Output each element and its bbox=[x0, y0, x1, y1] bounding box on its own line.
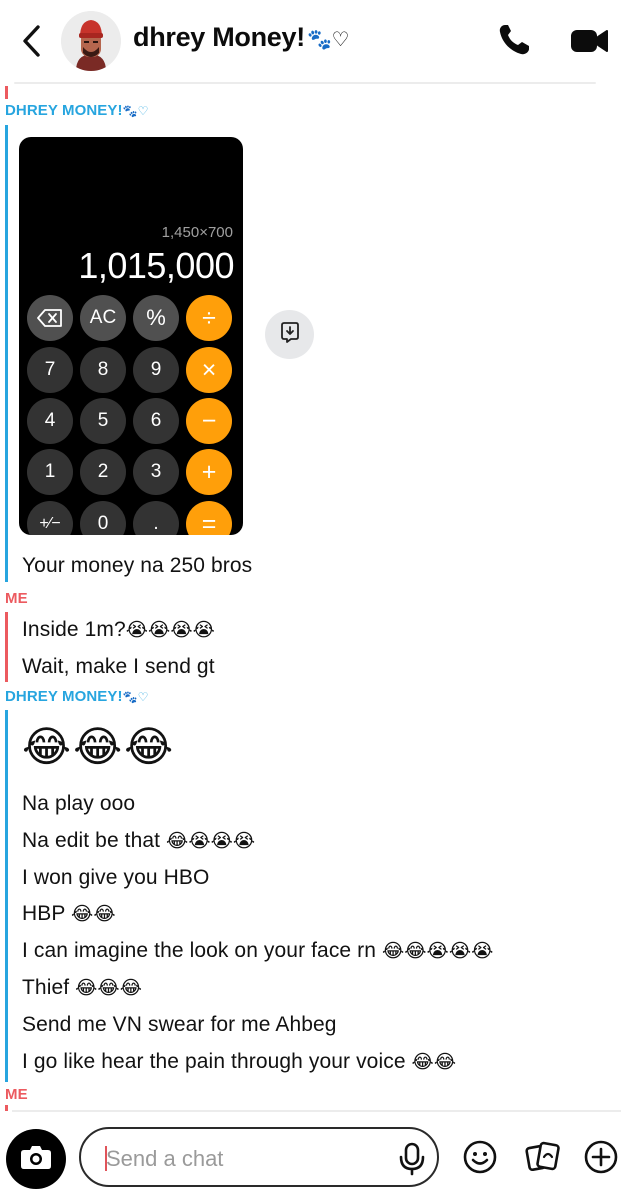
message-emoji: 😭😭😭😭 bbox=[125, 620, 215, 641]
plus-icon[interactable] bbox=[583, 1139, 619, 1175]
key-6: 6 bbox=[133, 398, 179, 444]
message-text: HBP 😂😂 bbox=[22, 902, 116, 926]
chat-header: dhrey Money! 🐾♡ bbox=[0, 0, 633, 82]
back-chevron-icon[interactable] bbox=[14, 22, 48, 60]
sender-label: ME bbox=[5, 590, 28, 607]
save-to-chat-button[interactable] bbox=[265, 310, 314, 359]
microphone-icon[interactable] bbox=[397, 1142, 427, 1176]
key-decimal: . bbox=[133, 501, 179, 535]
backspace-key bbox=[27, 295, 73, 341]
key-5: 5 bbox=[80, 398, 126, 444]
chat-input[interactable]: Send a chat bbox=[79, 1127, 439, 1187]
sender-label: DHREY MONEY!🐾♡ bbox=[5, 688, 149, 705]
message-text: Na edit be that 😂😭😭😭 bbox=[22, 829, 255, 853]
message-emoji: 😂😂 bbox=[411, 1052, 457, 1073]
sender-label: ME bbox=[5, 1086, 28, 1103]
message-body: I go like hear the pain through your voi… bbox=[22, 1050, 406, 1073]
me-message-bar bbox=[5, 86, 8, 99]
message-body: Na edit be that bbox=[22, 829, 161, 852]
calculator-display: 1,015,000 bbox=[78, 245, 234, 286]
message-body: Inside 1m? bbox=[22, 618, 126, 641]
key-7: 7 bbox=[27, 347, 73, 393]
message-body: I can imagine the look on your face rn bbox=[22, 939, 377, 962]
sender-name: ME bbox=[5, 1086, 28, 1103]
key-multiply: × bbox=[186, 347, 232, 393]
camera-icon bbox=[20, 1144, 52, 1175]
key-equals: = bbox=[186, 501, 232, 535]
key-plus-minus: +∕− bbox=[27, 501, 73, 535]
key-percent: % bbox=[133, 295, 179, 341]
message-text: Your money na 250 bros bbox=[22, 554, 253, 577]
me-message-bar bbox=[5, 1105, 8, 1111]
me-message-bar bbox=[5, 612, 8, 682]
message-body: HBP bbox=[22, 902, 66, 925]
sender-name: ME bbox=[5, 590, 28, 607]
contact-name[interactable]: dhrey Money! 🐾♡ bbox=[133, 22, 349, 53]
video-camera-icon[interactable] bbox=[568, 24, 610, 56]
key-0: 0 bbox=[80, 501, 126, 535]
cards-icon[interactable] bbox=[525, 1139, 561, 1175]
key-4: 4 bbox=[27, 398, 73, 444]
key-2: 2 bbox=[80, 449, 126, 495]
key-8: 8 bbox=[80, 347, 126, 393]
key-ac: AC bbox=[80, 295, 126, 341]
contact-name-text: dhrey Money! bbox=[133, 22, 305, 52]
key-plus: + bbox=[186, 449, 232, 495]
sender-suffix: 🐾♡ bbox=[122, 104, 149, 118]
message-text: Inside 1m?😭😭😭😭 bbox=[22, 618, 215, 642]
message-emoji: 😂😂 bbox=[71, 904, 116, 925]
message-text: I won give you HBO bbox=[22, 866, 210, 889]
camera-button[interactable] bbox=[6, 1129, 66, 1189]
message-emoji: 😂😂😭😭😭 bbox=[381, 941, 494, 962]
key-3: 3 bbox=[133, 449, 179, 495]
phone-icon[interactable] bbox=[496, 22, 532, 58]
chat-input-placeholder: Send a chat bbox=[106, 1146, 224, 1171]
key-divide: ÷ bbox=[186, 295, 232, 341]
calculator-expression: 1,450×700 bbox=[161, 224, 233, 241]
big-emoji-message: 😂😂😂 bbox=[22, 723, 176, 770]
sender-label: DHREY MONEY!🐾♡ bbox=[5, 102, 149, 119]
sender-suffix: 🐾♡ bbox=[122, 690, 149, 704]
message-text: I can imagine the look on your face rn 😂… bbox=[22, 939, 493, 963]
sender-name: DHREY MONEY! bbox=[5, 688, 123, 705]
calculator-screenshot[interactable]: 1,450×700 1,015,000 AC % ÷ 7 8 9 × 4 5 6… bbox=[19, 137, 243, 535]
message-text: Wait, make I send gt bbox=[22, 655, 215, 678]
header-divider bbox=[14, 82, 596, 84]
sender-name: DHREY MONEY! bbox=[5, 102, 123, 119]
avatar[interactable] bbox=[61, 11, 121, 71]
message-emoji: 😂😂😂 bbox=[75, 978, 143, 999]
smiley-icon[interactable] bbox=[462, 1139, 498, 1175]
message-text: Thief 😂😂😂 bbox=[22, 976, 142, 1000]
key-9: 9 bbox=[133, 347, 179, 393]
friend-message-bar bbox=[5, 710, 8, 1082]
message-text: I go like hear the pain through your voi… bbox=[22, 1050, 456, 1074]
composer-divider bbox=[12, 1110, 621, 1112]
key-1: 1 bbox=[27, 449, 73, 495]
key-minus: − bbox=[186, 398, 232, 444]
contact-name-suffix: 🐾♡ bbox=[306, 29, 350, 51]
message-text: Na play ooo bbox=[22, 792, 136, 815]
save-to-chat-icon bbox=[279, 321, 301, 348]
friend-message-bar bbox=[5, 125, 8, 582]
message-body: Thief bbox=[22, 976, 70, 999]
message-emoji: 😂😭😭😭 bbox=[166, 831, 256, 852]
message-text: Send me VN swear for me Ahbeg bbox=[22, 1013, 337, 1036]
